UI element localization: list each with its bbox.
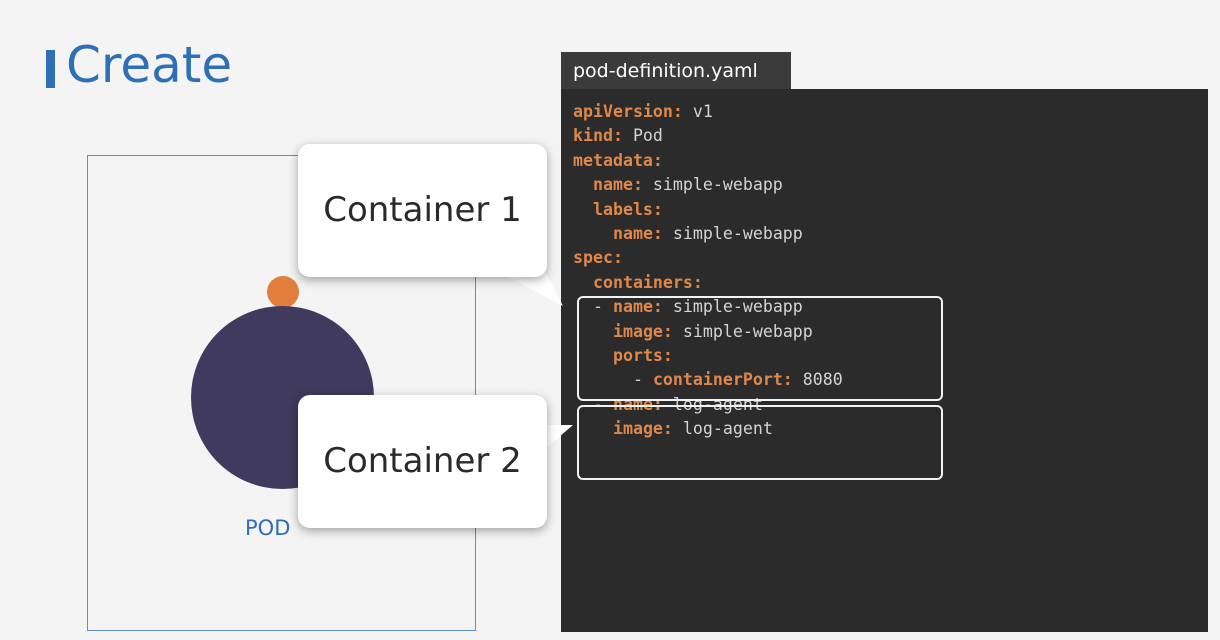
callout-container-2: Container 2 [298,395,547,528]
callout-container-1: Container 1 [298,144,547,277]
callout-pointers [480,262,573,455]
